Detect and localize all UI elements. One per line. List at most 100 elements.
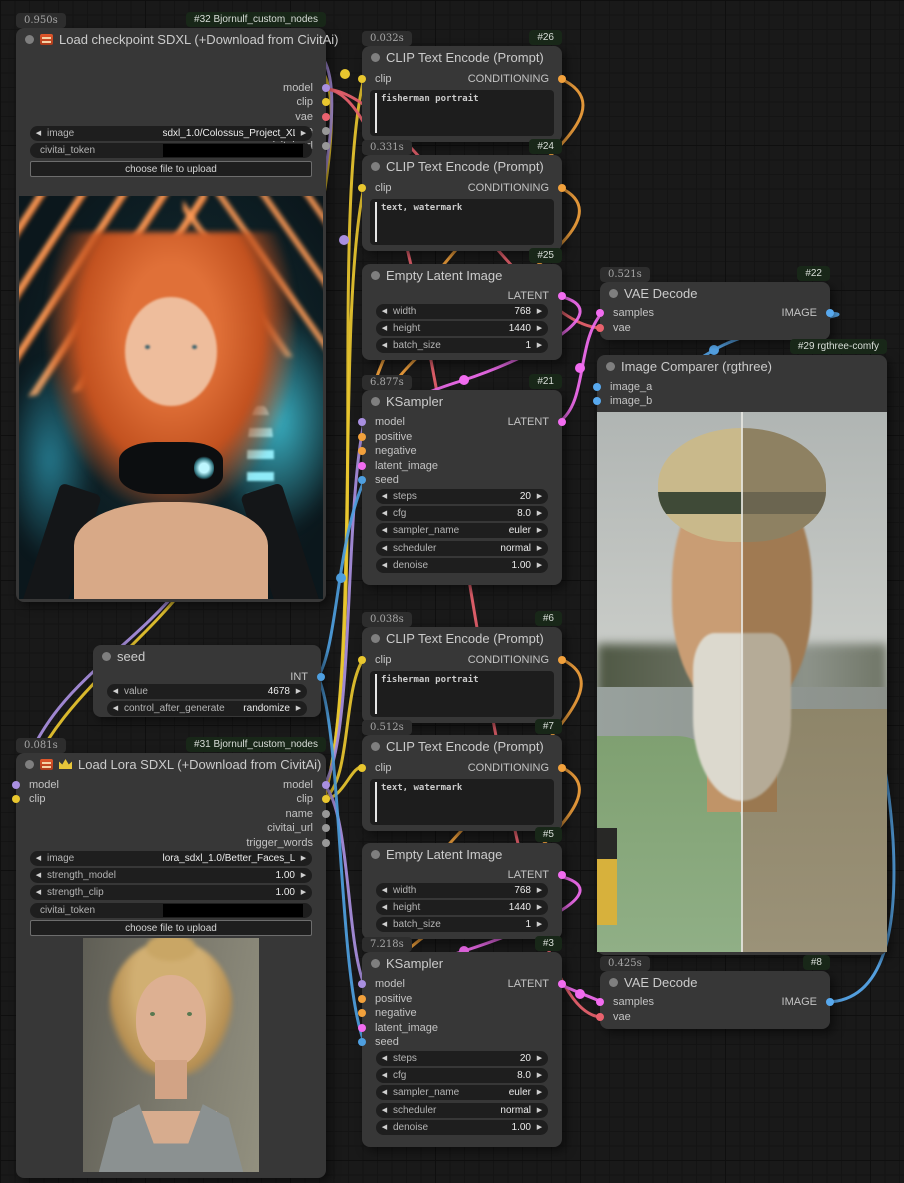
- samples-input-dot[interactable]: [596, 998, 604, 1006]
- name-output-dot[interactable]: [322, 127, 330, 135]
- node-title-bar[interactable]: VAE Decode: [600, 971, 830, 993]
- cfg-widget[interactable]: ◀cfg8.0▶: [376, 1068, 548, 1083]
- node-title-bar[interactable]: seed: [93, 645, 321, 667]
- wire-dot[interactable]: [709, 345, 719, 355]
- collapse-dot[interactable]: [606, 362, 615, 371]
- model-input-dot[interactable]: [358, 418, 366, 426]
- collapse-dot[interactable]: [371, 959, 380, 968]
- int-output-dot[interactable]: [317, 673, 325, 681]
- node-ksampler-21[interactable]: 6.877s #21 KSampler modelLATENT positive…: [362, 390, 562, 585]
- width-widget[interactable]: ◀width768▶: [376, 304, 548, 319]
- positive-input-dot[interactable]: [358, 433, 366, 441]
- node-clip-text-encode-26[interactable]: 0.032s #26 CLIP Text Encode (Prompt) cli…: [362, 46, 562, 142]
- strength-clip-widget[interactable]: ◀strength_clip1.00▶: [30, 885, 312, 900]
- latent-image-input-dot[interactable]: [358, 1024, 366, 1032]
- next-arrow-icon[interactable]: ▶: [531, 1085, 548, 1100]
- image-b-input-dot[interactable]: [593, 397, 601, 405]
- collapse-dot[interactable]: [371, 850, 380, 859]
- trigger-words-output-dot[interactable]: [322, 839, 330, 847]
- prev-arrow-icon[interactable]: ◀: [107, 684, 124, 699]
- next-arrow-icon[interactable]: ▶: [531, 321, 548, 336]
- collapse-dot[interactable]: [371, 397, 380, 406]
- sampler-name-widget[interactable]: ◀sampler_nameeuler▶: [376, 523, 548, 538]
- prev-arrow-icon[interactable]: ◀: [30, 126, 47, 141]
- clip-input-dot[interactable]: [358, 764, 366, 772]
- next-arrow-icon[interactable]: ▶: [531, 1068, 548, 1083]
- prev-arrow-icon[interactable]: ◀: [30, 868, 47, 883]
- civitai-token-field[interactable]: civitai_token: [30, 903, 312, 918]
- latent-output-dot[interactable]: [558, 292, 566, 300]
- clip-input-dot[interactable]: [358, 184, 366, 192]
- batch-size-widget[interactable]: ◀batch_size1▶: [376, 917, 548, 932]
- next-arrow-icon[interactable]: ▶: [290, 701, 307, 716]
- prev-arrow-icon[interactable]: ◀: [30, 885, 47, 900]
- conditioning-output-dot[interactable]: [558, 75, 566, 83]
- node-empty-latent-25[interactable]: #25 Empty Latent Image LATENT ◀width768▶…: [362, 264, 562, 360]
- node-ksampler-3[interactable]: 7.218s #3 KSampler modelLATENT positive …: [362, 952, 562, 1147]
- conditioning-output-dot[interactable]: [558, 764, 566, 772]
- next-arrow-icon[interactable]: ▶: [531, 541, 548, 556]
- latent-output-dot[interactable]: [558, 418, 566, 426]
- seed-value-widget[interactable]: ◀value4678▶: [107, 684, 307, 699]
- next-arrow-icon[interactable]: ▶: [531, 917, 548, 932]
- cfg-widget[interactable]: ◀cfg8.0▶: [376, 506, 548, 521]
- collapse-dot[interactable]: [609, 978, 618, 987]
- next-arrow-icon[interactable]: ▶: [531, 1051, 548, 1066]
- prev-arrow-icon[interactable]: ◀: [376, 1103, 393, 1118]
- image-output-dot[interactable]: [826, 309, 834, 317]
- negative-input-dot[interactable]: [358, 447, 366, 455]
- prev-arrow-icon[interactable]: ◀: [376, 1068, 393, 1083]
- node-clip-text-encode-7[interactable]: 0.512s #7 CLIP Text Encode (Prompt) clip…: [362, 735, 562, 831]
- node-empty-latent-5[interactable]: #5 Empty Latent Image LATENT ◀width768▶ …: [362, 843, 562, 939]
- node-title-bar[interactable]: Empty Latent Image: [362, 264, 562, 286]
- prev-arrow-icon[interactable]: ◀: [30, 851, 47, 866]
- prev-arrow-icon[interactable]: ◀: [376, 1085, 393, 1100]
- prev-arrow-icon[interactable]: ◀: [376, 541, 393, 556]
- wire-dot[interactable]: [340, 69, 350, 79]
- node-seed[interactable]: seed INT ◀value4678▶ ◀control_after_gene…: [93, 645, 321, 717]
- node-title-bar[interactable]: CLIP Text Encode (Prompt): [362, 46, 562, 68]
- samples-input-dot[interactable]: [596, 309, 604, 317]
- collapse-dot[interactable]: [371, 53, 380, 62]
- next-arrow-icon[interactable]: ▶: [531, 338, 548, 353]
- collapse-dot[interactable]: [371, 634, 380, 643]
- prev-arrow-icon[interactable]: ◀: [376, 1051, 393, 1066]
- next-arrow-icon[interactable]: ▶: [531, 506, 548, 521]
- node-title-bar[interactable]: KSampler: [362, 390, 562, 412]
- prev-arrow-icon[interactable]: ◀: [107, 701, 124, 716]
- image-a-input-dot[interactable]: [593, 383, 601, 391]
- collapse-dot[interactable]: [102, 652, 111, 661]
- wire-dot[interactable]: [575, 363, 585, 373]
- next-arrow-icon[interactable]: ▶: [531, 1103, 548, 1118]
- image-combo-widget[interactable]: ◀ image lora_sdxl_1.0/Better_Faces_LoRA_…: [30, 851, 312, 866]
- next-arrow-icon[interactable]: ▶: [295, 851, 312, 866]
- model-output-dot[interactable]: [322, 84, 330, 92]
- node-image-comparer[interactable]: #29 rgthree-comfy Image Comparer (rgthre…: [597, 355, 887, 955]
- choose-file-button[interactable]: choose file to upload: [30, 161, 312, 177]
- node-vae-decode-22[interactable]: 0.521s #22 VAE Decode samplesIMAGE vae: [600, 282, 830, 340]
- control-after-generate-widget[interactable]: ◀control_after_generaterandomize▶: [107, 701, 307, 716]
- prompt-textarea[interactable]: text, watermark: [370, 779, 554, 825]
- wire-dot[interactable]: [336, 573, 346, 583]
- prompt-textarea[interactable]: fisherman portrait: [370, 671, 554, 717]
- clip-input-dot[interactable]: [358, 656, 366, 664]
- prev-arrow-icon[interactable]: ◀: [376, 558, 393, 573]
- next-arrow-icon[interactable]: ▶: [531, 558, 548, 573]
- name-output-dot[interactable]: [322, 810, 330, 818]
- scheduler-widget[interactable]: ◀schedulernormal▶: [376, 541, 548, 556]
- node-title-bar[interactable]: Load checkpoint SDXL (+Download from Civ…: [16, 28, 326, 50]
- prev-arrow-icon[interactable]: ◀: [376, 489, 393, 504]
- node-graph-canvas[interactable]: 0.950s #32 Bjornulf_custom_nodes Load ch…: [0, 0, 904, 1183]
- node-title-bar[interactable]: Load Lora SDXL (+Download from CivitAi): [16, 753, 326, 775]
- node-load-lora-sdxl[interactable]: 0.081s #31 Bjornulf_custom_nodes Load Lo…: [16, 753, 326, 1178]
- model-input-dot[interactable]: [12, 781, 20, 789]
- conditioning-output-dot[interactable]: [558, 184, 566, 192]
- next-arrow-icon[interactable]: ▶: [531, 1120, 548, 1135]
- conditioning-output-dot[interactable]: [558, 656, 566, 664]
- prompt-textarea[interactable]: text, watermark: [370, 199, 554, 245]
- vae-output-dot[interactable]: [322, 113, 330, 121]
- node-title-bar[interactable]: CLIP Text Encode (Prompt): [362, 627, 562, 649]
- next-arrow-icon[interactable]: ▶: [295, 885, 312, 900]
- clip-input-dot[interactable]: [12, 795, 20, 803]
- negative-input-dot[interactable]: [358, 1009, 366, 1017]
